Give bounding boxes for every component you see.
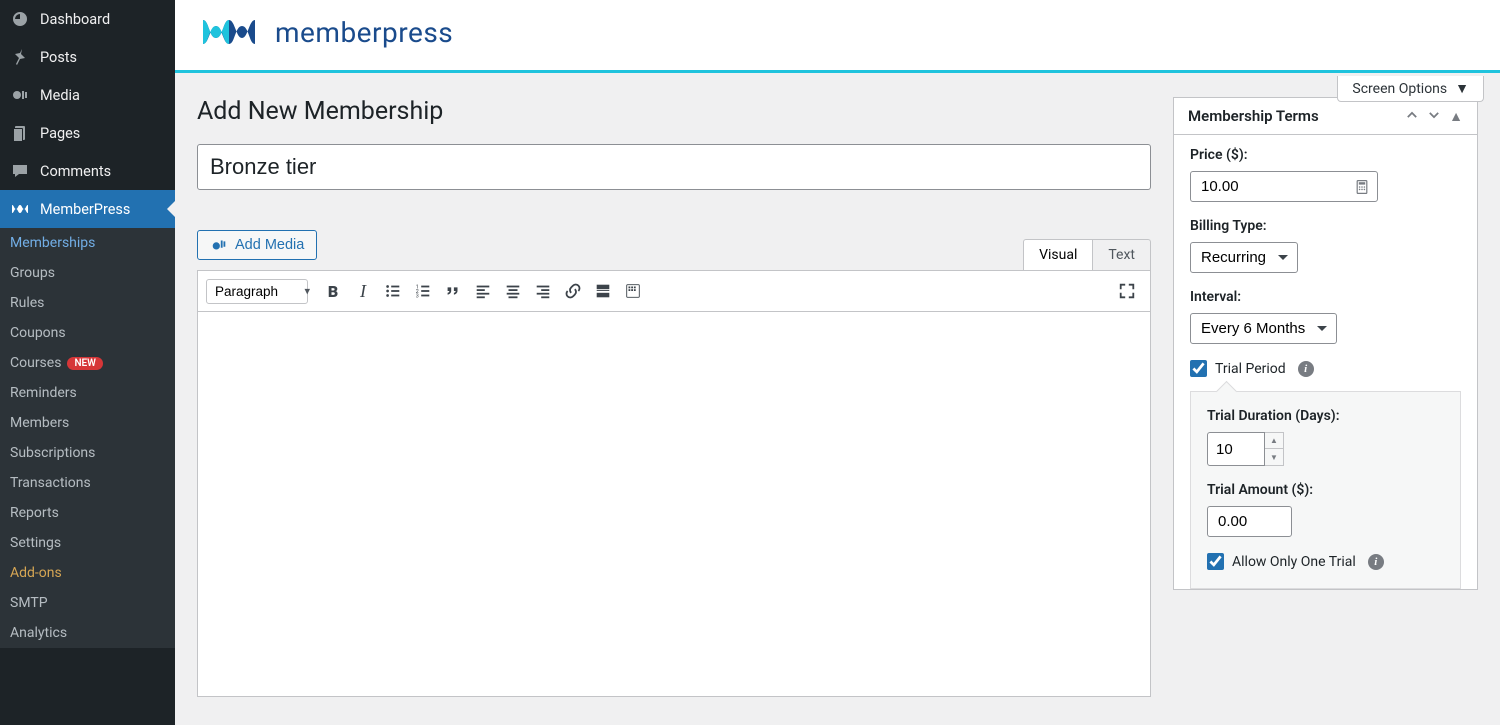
sidebar-sub-addons[interactable]: Add-ons (0, 558, 175, 588)
sidebar-item-pages[interactable]: Pages (0, 114, 175, 152)
trial-duration-label: Trial Duration (Days): (1207, 408, 1444, 424)
toolbar-toggle-button[interactable] (618, 276, 648, 306)
tab-text[interactable]: Text (1092, 239, 1151, 270)
readmore-button[interactable] (588, 276, 618, 306)
sidebar-item-media[interactable]: Media (0, 76, 175, 114)
dashboard-icon (10, 9, 30, 29)
camera-music-icon (210, 236, 228, 254)
sidebar-item-memberpress[interactable]: MemberPress (0, 190, 175, 228)
stepper-up-icon[interactable]: ▲ (1265, 433, 1283, 449)
align-left-button[interactable] (468, 276, 498, 306)
trial-duration-input[interactable] (1207, 432, 1265, 466)
sidebar-sub-smtp[interactable]: SMTP (0, 588, 175, 618)
membership-terms-metabox: Membership Terms ▲ Price ($): (1173, 97, 1478, 590)
info-icon[interactable]: i (1298, 361, 1314, 377)
pin-icon (10, 47, 30, 67)
trial-options-box: Trial Duration (Days): ▲ ▼ (1190, 391, 1461, 589)
pages-icon (10, 123, 30, 143)
trial-amount-label: Trial Amount ($): (1207, 482, 1444, 498)
bullet-list-button[interactable] (378, 276, 408, 306)
metabox-title: Membership Terms (1188, 107, 1319, 125)
interval-select[interactable]: Every 6 Months (1190, 313, 1337, 344)
sidebar-sub-memberships[interactable]: Memberships (0, 228, 175, 258)
billing-type-label: Billing Type: (1190, 218, 1461, 234)
sidebar-item-label: Pages (40, 125, 80, 142)
number-list-button[interactable]: 123 (408, 276, 438, 306)
trial-period-label: Trial Period (1215, 361, 1286, 377)
sidebar-item-label: Dashboard (40, 11, 110, 28)
membership-title-input[interactable] (197, 144, 1151, 190)
quote-button[interactable] (438, 276, 468, 306)
stepper-down-icon[interactable]: ▼ (1265, 449, 1283, 465)
caret-down-icon: ▼ (1455, 80, 1469, 97)
allow-one-trial-label: Allow Only One Trial (1232, 554, 1356, 570)
sidebar-sub-subscriptions[interactable]: Subscriptions (0, 438, 175, 468)
sidebar-sub-members[interactable]: Members (0, 408, 175, 438)
link-button[interactable] (558, 276, 588, 306)
bold-button[interactable]: B (318, 276, 348, 306)
interval-label: Interval: (1190, 289, 1461, 305)
editor-toolbar: Paragraph B I 123 (197, 270, 1151, 312)
sidebar-item-label: MemberPress (40, 201, 130, 218)
trial-amount-input[interactable] (1207, 506, 1292, 537)
memberpress-logo-icon (201, 12, 263, 52)
sidebar-item-label: Posts (40, 49, 77, 66)
sidebar-sub-reports[interactable]: Reports (0, 498, 175, 528)
sidebar-sub-settings[interactable]: Settings (0, 528, 175, 558)
media-icon (10, 85, 30, 105)
info-icon[interactable]: i (1368, 554, 1384, 570)
sidebar-submenu: Memberships Groups Rules Coupons Courses… (0, 228, 175, 648)
sidebar-item-comments[interactable]: Comments (0, 152, 175, 190)
sidebar-sub-analytics[interactable]: Analytics (0, 618, 175, 648)
sidebar-item-posts[interactable]: Posts (0, 38, 175, 76)
svg-text:3: 3 (416, 293, 419, 299)
sidebar-sub-coupons[interactable]: Coupons (0, 318, 175, 348)
sidebar-sub-courses[interactable]: CoursesNEW (0, 348, 175, 378)
tab-visual[interactable]: Visual (1023, 239, 1093, 270)
sidebar-sub-rules[interactable]: Rules (0, 288, 175, 318)
calculator-icon[interactable] (1354, 179, 1370, 195)
allow-one-trial-checkbox[interactable] (1207, 553, 1224, 570)
sidebar-sub-groups[interactable]: Groups (0, 258, 175, 288)
align-right-button[interactable] (528, 276, 558, 306)
editor-content-area[interactable] (197, 312, 1151, 697)
billing-type-select[interactable]: Recurring (1190, 242, 1298, 273)
sidebar-item-label: Media (40, 87, 80, 104)
align-center-button[interactable] (498, 276, 528, 306)
price-label: Price ($): (1190, 147, 1461, 163)
move-up-icon[interactable] (1405, 108, 1419, 125)
sidebar-item-label: Comments (40, 163, 111, 180)
format-select[interactable]: Paragraph (206, 279, 308, 304)
main-content: memberpress Screen Options ▼ Add New Mem… (175, 0, 1500, 725)
brand-bar: memberpress (175, 0, 1500, 73)
brand-text: memberpress (275, 16, 453, 49)
new-badge: NEW (67, 357, 103, 370)
collapse-icon[interactable]: ▲ (1449, 108, 1463, 125)
admin-sidebar: Dashboard Posts Media Pages Comments Mem… (0, 0, 175, 725)
sidebar-sub-transactions[interactable]: Transactions (0, 468, 175, 498)
fullscreen-button[interactable] (1112, 276, 1142, 306)
move-down-icon[interactable] (1427, 108, 1441, 125)
sidebar-item-dashboard[interactable]: Dashboard (0, 0, 175, 38)
add-media-button[interactable]: Add Media (197, 230, 317, 260)
page-title: Add New Membership (197, 97, 1151, 126)
sidebar-sub-reminders[interactable]: Reminders (0, 378, 175, 408)
price-input[interactable] (1190, 171, 1378, 202)
trial-period-checkbox[interactable] (1190, 360, 1207, 377)
italic-button[interactable]: I (348, 276, 378, 306)
comment-icon (10, 161, 30, 181)
memberpress-icon (10, 199, 30, 219)
screen-options-button[interactable]: Screen Options ▼ (1337, 76, 1484, 102)
